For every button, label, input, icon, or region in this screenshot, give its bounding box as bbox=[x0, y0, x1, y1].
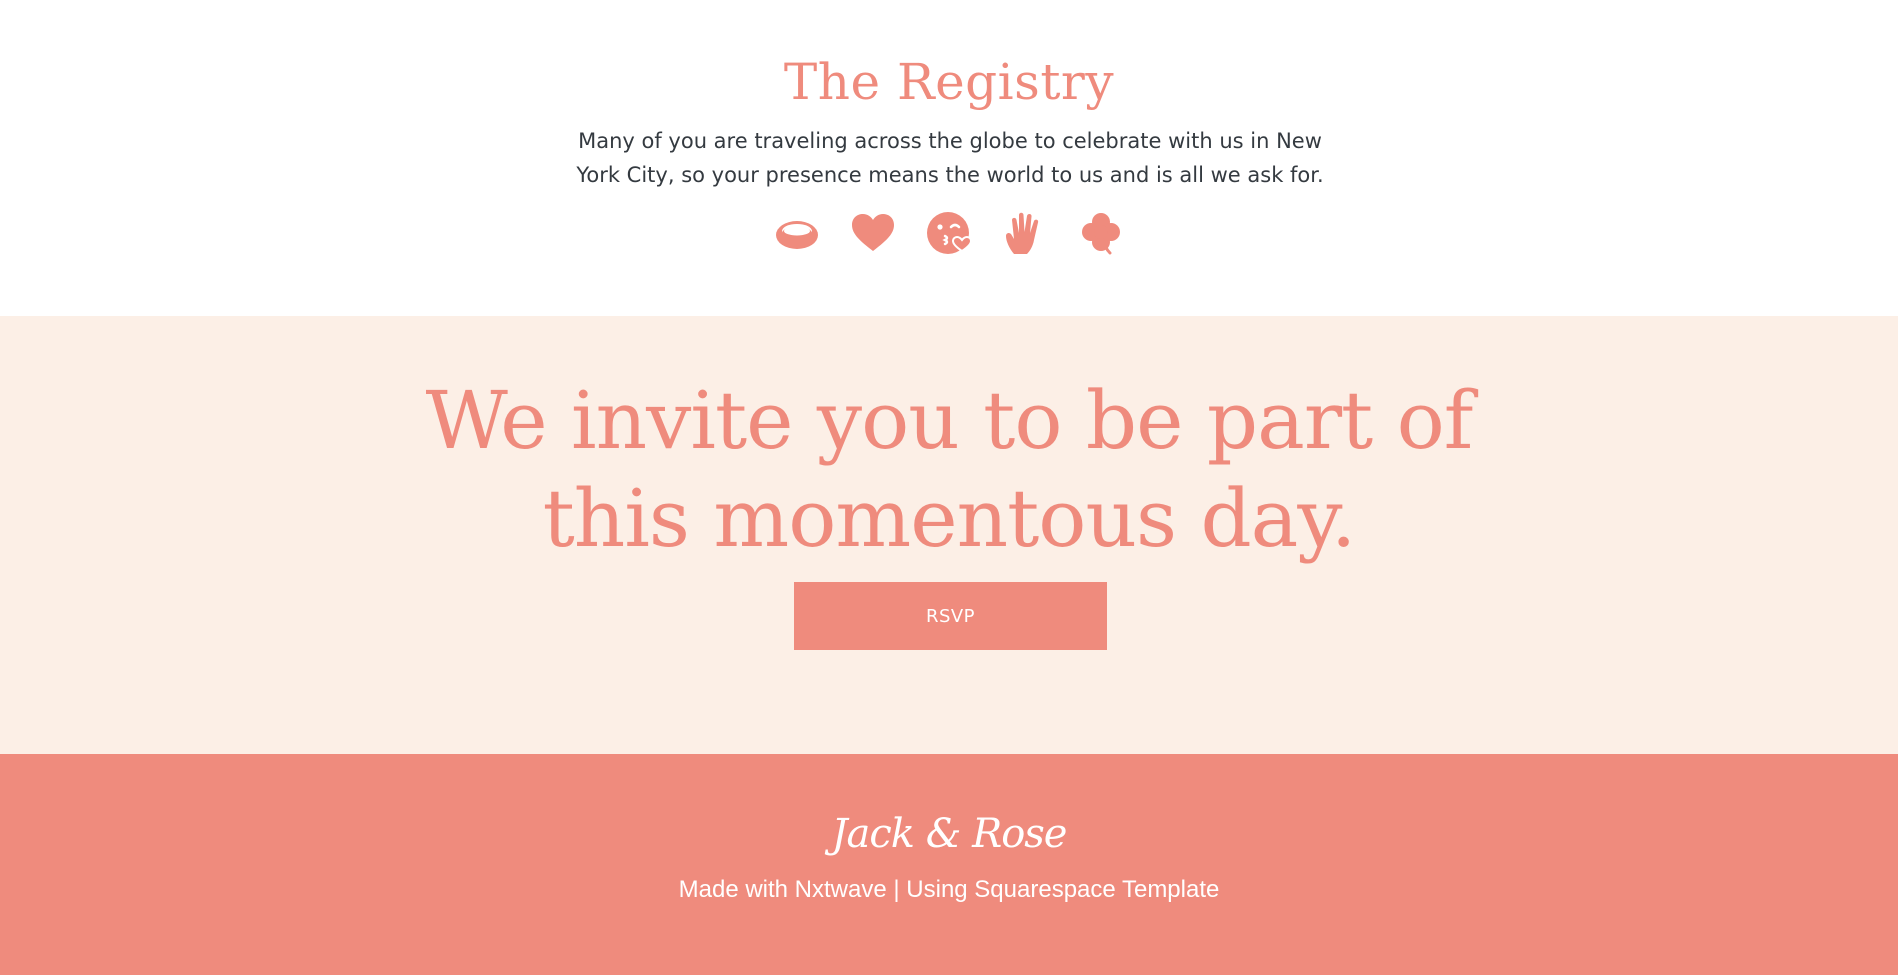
registry-title: The Registry bbox=[783, 53, 1115, 111]
registry-section: The Registry Many of you are traveling a… bbox=[0, 0, 1898, 316]
invite-section: We invite you to be part of this momento… bbox=[0, 316, 1898, 754]
kissing-face-icon bbox=[927, 212, 972, 254]
raised-hand-icon bbox=[1006, 212, 1039, 254]
rsvp-button[interactable]: RSVP bbox=[794, 582, 1107, 650]
heart-icon bbox=[852, 214, 894, 251]
ring-icon bbox=[776, 221, 818, 249]
footer-credit: Made with Nxtwave | Using Squarespace Te… bbox=[678, 876, 1220, 903]
registry-icon-row bbox=[0, 210, 1898, 258]
footer: Jack & Rose Made with Nxtwave | Using Sq… bbox=[0, 754, 1898, 975]
invite-heading: We invite you to be part of this momento… bbox=[425, 374, 1474, 565]
clover-icon bbox=[1082, 213, 1120, 255]
footer-logo: Jack & Rose bbox=[831, 811, 1068, 857]
registry-description: Many of you are traveling across the glo… bbox=[576, 129, 1324, 187]
